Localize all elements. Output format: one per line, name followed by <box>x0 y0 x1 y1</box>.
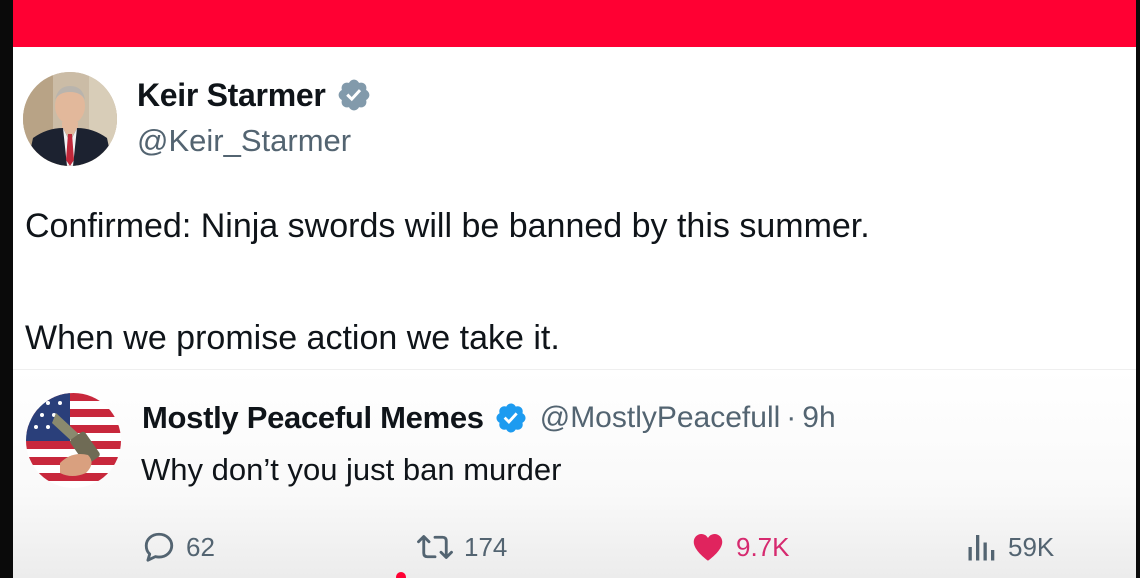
views-count: 59K <box>1008 531 1055 562</box>
verified-badge-icon[interactable] <box>494 401 528 435</box>
portrait-image <box>23 72 117 166</box>
author-handle[interactable]: @Keir_Starmer <box>137 123 351 159</box>
like-button[interactable]: 9.7K <box>689 522 790 572</box>
flag-avatar-image <box>26 393 121 488</box>
retweet-icon <box>417 535 453 559</box>
reply-tweet[interactable]: Mostly Peaceful Memes @MostlyPeacefull ·… <box>13 369 1136 578</box>
reply-avatar[interactable] <box>26 393 121 488</box>
heart-icon <box>693 533 723 561</box>
author-name[interactable]: Keir Starmer <box>137 77 326 114</box>
reply-header: Mostly Peaceful Memes @MostlyPeacefull ·… <box>142 398 836 438</box>
main-tweet: Keir Starmer @Keir_Starmer Confirmed: Ni… <box>13 47 1136 369</box>
separator-dot: · <box>786 401 797 434</box>
reply-timestamp[interactable]: 9h <box>802 401 835 435</box>
verified-badge-icon[interactable] <box>336 77 372 113</box>
video-frame: Keir Starmer @Keir_Starmer Confirmed: Ni… <box>13 0 1136 578</box>
reply-text: Why don’t you just ban murder <box>141 452 562 487</box>
author-avatar[interactable] <box>23 72 117 166</box>
banner-bar <box>13 0 1136 47</box>
tweet-text-line-1: Confirmed: Ninja swords will be banned b… <box>25 207 870 245</box>
tweet-text-line-2: When we promise action we take it. <box>25 319 560 357</box>
author-name-row: Keir Starmer <box>137 75 372 115</box>
like-count: 9.7K <box>736 531 790 562</box>
action-bar: 62 174 9.7K 59K <box>13 522 1136 572</box>
reply-author-name[interactable]: Mostly Peaceful Memes <box>142 400 484 436</box>
reply-button[interactable]: 62 <box>141 522 215 572</box>
reply-count: 62 <box>186 531 215 562</box>
comment-icon <box>144 532 174 562</box>
repost-button[interactable]: 174 <box>415 522 507 572</box>
progress-marker <box>396 572 406 578</box>
repost-count: 174 <box>464 531 508 562</box>
views-icon <box>968 535 995 561</box>
views-button[interactable]: 59K <box>965 522 1054 572</box>
reply-author-handle[interactable]: @MostlyPeacefull <box>540 401 781 435</box>
